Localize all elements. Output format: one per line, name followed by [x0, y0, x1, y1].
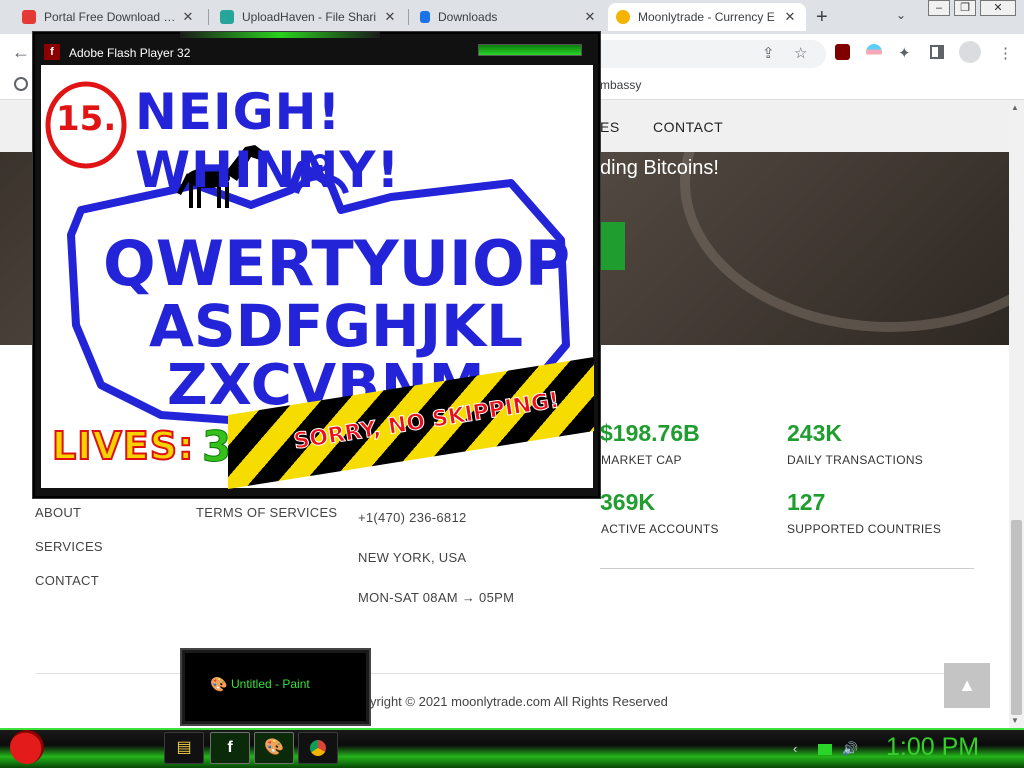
stat-transactions-value: 243K	[787, 420, 842, 446]
new-tab-button[interactable]: +	[816, 6, 828, 29]
copyright-text: yright © 2021 moonlytrade.com All Rights…	[370, 694, 668, 709]
tab-title: Moonlytrade - Currency E	[638, 10, 775, 24]
tab-title: UploadHaven - File Shari	[242, 10, 377, 24]
scroll-up-arrow[interactable]: ▲	[1011, 103, 1019, 112]
game-headline: NEIGH! WHINNY!	[135, 83, 401, 199]
hero-tagline: ding Bitcoins!	[600, 157, 719, 179]
close-tab-icon[interactable]: ✕	[382, 9, 398, 25]
footer-link-terms[interactable]: TERMS OF SERVICES	[196, 505, 337, 520]
back-icon[interactable]: ←	[12, 42, 30, 63]
footer-phone: +1(470) 236-6812	[358, 510, 467, 525]
footer-link-contact[interactable]: CONTACT	[35, 573, 99, 588]
folder-icon[interactable]: ▤	[164, 732, 204, 764]
globe-icon[interactable]	[14, 77, 28, 91]
ublock-icon[interactable]	[835, 44, 850, 60]
menu-dots-icon[interactable]: ⋮	[998, 44, 1013, 62]
extension-flag-icon[interactable]	[866, 44, 882, 60]
footer-location: NEW YORK, USA	[358, 550, 467, 565]
maximize-button[interactable]: ❐	[954, 0, 976, 16]
flash-window-title: Adobe Flash Player 32	[69, 46, 191, 60]
close-tab-icon[interactable]: ✕	[782, 9, 798, 25]
stat-countries-value: 127	[787, 489, 826, 515]
divider	[600, 568, 974, 569]
tab-portal[interactable]: Portal Free Download » S ✕	[14, 3, 204, 31]
stat-countries-label: SUPPORTED COUNTRIES	[787, 522, 942, 536]
tab-search-button[interactable]: ⌄	[896, 8, 906, 22]
cloud-icon	[220, 10, 234, 24]
tab-downloads[interactable]: Downloads ✕	[412, 3, 606, 31]
stat-market-cap-label: MARKET CAP	[601, 453, 682, 467]
lives-label: LIVES:	[51, 423, 195, 469]
bookmark-embassy[interactable]: mbassy	[600, 78, 641, 92]
paint-icon: 🎨	[210, 676, 228, 692]
window-controls[interactable]	[478, 44, 582, 56]
bitcoin-coin-image	[680, 152, 1009, 332]
minimize-button[interactable]: –	[928, 0, 950, 16]
tab-uploadhaven[interactable]: UploadHaven - File Shari ✕	[212, 3, 406, 31]
moon-icon	[616, 10, 630, 24]
download-icon	[420, 11, 430, 23]
close-tab-icon[interactable]: ✕	[180, 9, 196, 25]
footer-hours: MON-SAT 08AM → 05PM	[358, 590, 515, 605]
sidepanel-icon[interactable]	[930, 45, 944, 59]
paint-taskbar-icon[interactable]: 🎨	[254, 732, 294, 764]
flash-taskbar-icon[interactable]: f	[210, 732, 250, 764]
level-number: 15.	[56, 99, 117, 139]
nav-services[interactable]: ES	[600, 119, 620, 135]
footer-link-about[interactable]: ABOUT	[35, 505, 81, 520]
stat-accounts-label: ACTIVE ACCOUNTS	[601, 522, 719, 536]
taskbar	[0, 728, 1024, 768]
hero-cta-button[interactable]	[600, 222, 625, 270]
address-bar[interactable]	[600, 40, 826, 68]
chrome-icon[interactable]	[298, 732, 338, 764]
tab-moonlytrade[interactable]: Moonlytrade - Currency E ✕	[608, 3, 806, 31]
network-icon[interactable]	[818, 744, 832, 755]
stat-accounts-value: 369K	[600, 489, 655, 515]
share-icon[interactable]: ⇪	[762, 44, 775, 62]
scroll-down-arrow[interactable]: ▼	[1011, 716, 1019, 725]
lives-count: 3	[201, 422, 232, 472]
star-icon[interactable]: ☆	[794, 44, 807, 62]
flash-icon: f	[44, 44, 60, 60]
window-glow-accent	[180, 32, 380, 38]
keyboard-row-2: ASDFGHJKL	[149, 292, 524, 360]
tab-title: Portal Free Download » S	[44, 10, 180, 24]
footer-divider	[36, 673, 976, 674]
tab-title: Downloads	[438, 10, 498, 24]
volume-icon[interactable]: 🔊	[842, 741, 858, 757]
close-window-button[interactable]: ✕	[980, 0, 1016, 16]
stat-market-cap-value: $198.76B	[600, 420, 700, 446]
nav-contact[interactable]: CONTACT	[653, 119, 723, 135]
taskbar-clock[interactable]: 1:00 PM	[886, 733, 979, 762]
profile-avatar[interactable]	[959, 41, 981, 63]
back-to-top-button[interactable]: ▲	[944, 663, 990, 708]
tab-divider	[208, 9, 209, 25]
start-button-bird-icon[interactable]	[10, 730, 44, 764]
tray-chevron-icon[interactable]: ‹	[793, 741, 797, 756]
lock-icon	[22, 10, 36, 24]
keyboard-row-1: QWERTYUIOP	[103, 227, 571, 300]
puzzle-icon[interactable]: ✦	[898, 44, 911, 62]
stat-transactions-label: DAILY TRANSACTIONS	[787, 453, 924, 467]
tab-divider	[408, 9, 409, 25]
close-tab-icon[interactable]: ✕	[582, 9, 598, 25]
paint-window-label[interactable]: Untitled - Paint	[231, 677, 310, 691]
footer-link-services[interactable]: SERVICES	[35, 539, 103, 554]
scrollbar-thumb[interactable]	[1011, 520, 1022, 715]
